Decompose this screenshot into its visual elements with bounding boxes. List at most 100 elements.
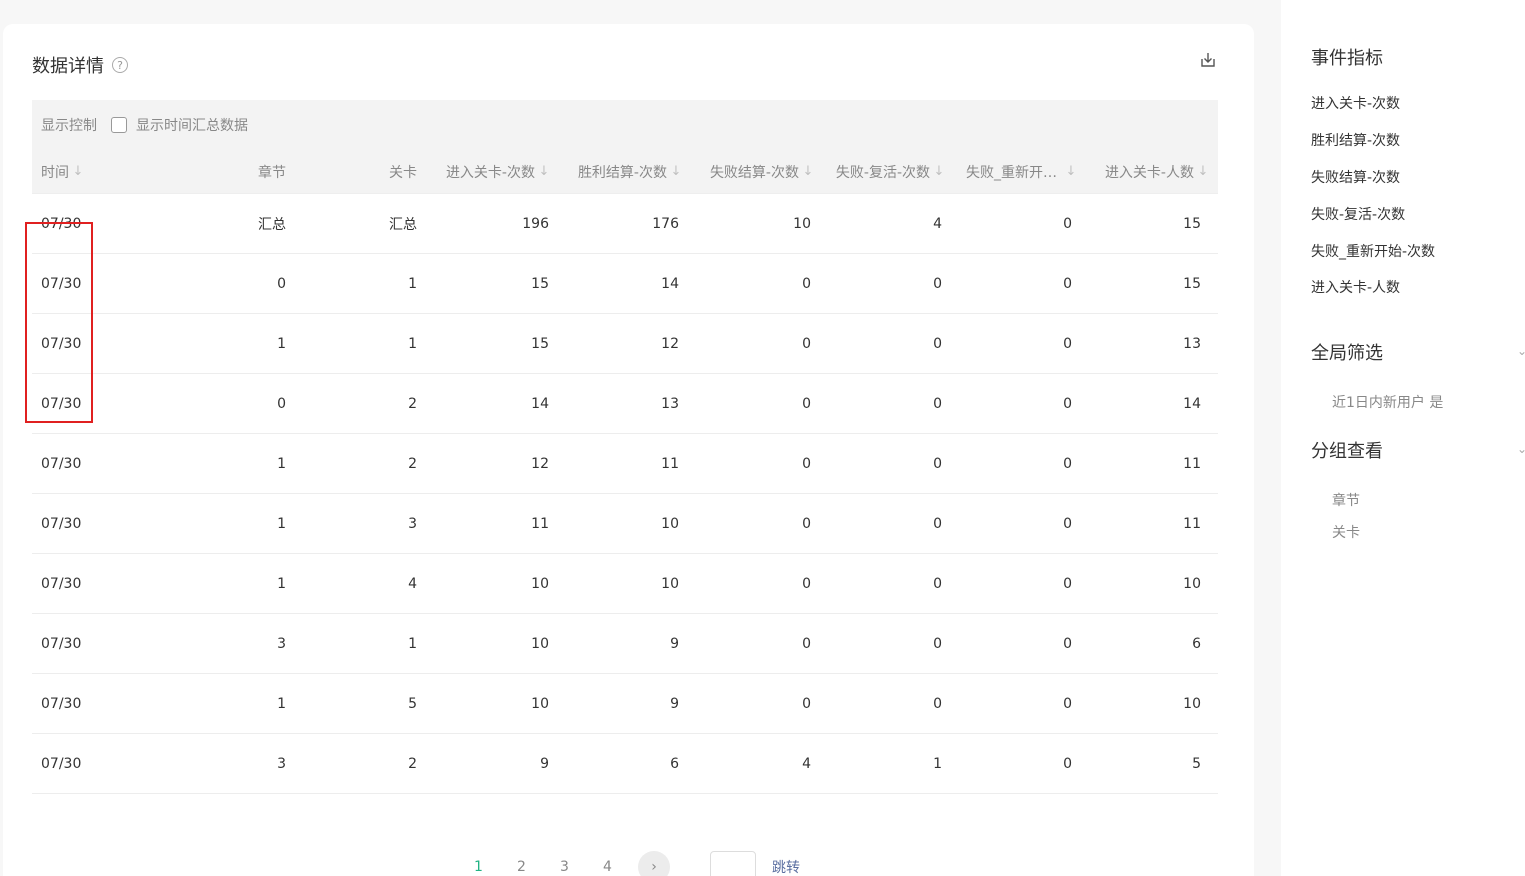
table-cell: 0: [933, 395, 942, 412]
help-icon[interactable]: ?: [112, 57, 128, 73]
table-cell: 15: [531, 275, 549, 292]
column-header-label: 胜利结算-次数: [577, 164, 667, 181]
column-header-win-count[interactable]: 胜利结算-次数 ↓: [551, 162, 683, 182]
table-cell: 0: [933, 635, 942, 652]
table-cell: 10: [531, 635, 549, 652]
show-time-summary-label[interactable]: 显示时间汇总数据: [136, 115, 248, 135]
table-cell: 1: [408, 335, 417, 352]
sort-down-icon[interactable]: ↓: [71, 163, 85, 181]
table-cell: 5: [1192, 755, 1201, 772]
display-control-label: 显示控制: [41, 118, 97, 134]
global-filter-title[interactable]: 全局筛选: [1311, 339, 1383, 365]
table-cell: 07/30: [41, 755, 82, 772]
table-cell: 5: [408, 695, 417, 712]
panel-header: 数据详情 ?: [32, 52, 128, 78]
group-title[interactable]: 分组查看: [1311, 437, 1383, 463]
page-2-button[interactable]: 2: [509, 859, 534, 875]
table-cell: 3: [277, 755, 286, 772]
table-cell: 0: [802, 635, 811, 652]
table-cell: 0: [933, 575, 942, 592]
table-header: 时间 ↓ 章节 关卡 进入关卡-次数 ↓ 胜利结算-次数 ↓ 失败结算-次数 ↓ 失败-…: [32, 150, 1218, 194]
sort-down-icon[interactable]: ↓: [801, 163, 815, 181]
table-cell: 0: [802, 695, 811, 712]
table-cell: 15: [1183, 215, 1201, 232]
metric-item[interactable]: 进入关卡-人数: [1311, 277, 1400, 297]
page-3-button[interactable]: 3: [552, 859, 577, 875]
metric-item[interactable]: 进入关卡-次数: [1311, 93, 1400, 113]
table-cell: 07/30: [41, 695, 82, 712]
column-header-label: 进入关卡-次数: [445, 164, 535, 181]
table-cell: 07/30: [41, 575, 82, 592]
table-cell: 0: [1063, 575, 1072, 592]
table-cell: 12: [661, 335, 679, 352]
jump-button[interactable]: 跳转: [772, 857, 800, 876]
panel-title: 数据详情: [32, 56, 104, 77]
display-control-bar: 显示控制 显示时间汇总数据: [32, 100, 1218, 150]
data-table: 显示控制 显示时间汇总数据 时间 ↓ 章节 关卡 进入关卡-次数 ↓ 胜利结算-次数…: [32, 100, 1218, 794]
sort-down-icon[interactable]: ↓: [1196, 163, 1210, 181]
table-cell: 10: [531, 695, 549, 712]
table-cell: 0: [933, 335, 942, 352]
group-item-chapter[interactable]: 章节: [1332, 490, 1360, 510]
table-cell: 15: [531, 335, 549, 352]
table-row: 07/30 1 2 12 11 0 0 0 11: [32, 434, 1218, 494]
group-item-level[interactable]: 关卡: [1332, 522, 1360, 542]
table-cell: 1: [277, 455, 286, 472]
chevron-right-icon[interactable]: ›: [638, 851, 670, 876]
table-cell: 0: [1063, 395, 1072, 412]
table-cell: 1: [277, 695, 286, 712]
show-time-summary-checkbox[interactable]: [111, 117, 127, 133]
metric-item[interactable]: 失败结算-次数: [1311, 167, 1400, 187]
table-cell: 1: [408, 635, 417, 652]
sort-down-icon[interactable]: ↓: [537, 163, 551, 181]
sort-down-icon[interactable]: ↓: [932, 163, 946, 181]
table-cell: 0: [933, 695, 942, 712]
table-row: 07/30 0 1 15 14 0 0 0 15: [32, 254, 1218, 314]
column-header-time[interactable]: 时间 ↓: [32, 162, 160, 182]
column-header-revive-count[interactable]: 失败-复活-次数 ↓: [815, 162, 946, 182]
table-cell: 0: [1063, 215, 1072, 232]
right-sidebar: 事件指标 进入关卡-次数 胜利结算-次数 失败结算-次数 失败-复活-次数 失败…: [1281, 0, 1525, 876]
table-cell: 11: [1183, 455, 1201, 472]
table-cell: 0: [933, 275, 942, 292]
column-header-enter-users[interactable]: 进入关卡-人数 ↓: [1078, 162, 1210, 182]
table-row: 07/30 汇总 汇总 196 176 10 4 0 15: [32, 194, 1218, 254]
metric-item[interactable]: 胜利结算-次数: [1311, 130, 1400, 150]
chevron-down-icon[interactable]: ⌄: [1517, 344, 1525, 358]
table-cell: 1: [277, 575, 286, 592]
metric-item[interactable]: 失败-复活-次数: [1311, 204, 1405, 224]
column-header-label: 进入关卡-人数: [1104, 164, 1194, 181]
table-cell: 0: [933, 455, 942, 472]
column-header-fail-count[interactable]: 失败结算-次数 ↓: [683, 162, 815, 182]
sort-down-icon[interactable]: ↓: [1064, 163, 1078, 181]
chevron-down-icon[interactable]: ⌄: [1517, 442, 1525, 456]
table-cell: 0: [802, 335, 811, 352]
table-cell: 6: [1192, 635, 1201, 652]
column-header-label: 失败_重新开始-次数: [966, 164, 1062, 181]
table-cell: 196: [522, 215, 549, 232]
table-row: 07/30 1 5 10 9 0 0 0 10: [32, 674, 1218, 734]
export-icon[interactable]: [1199, 51, 1217, 69]
page-jump-input[interactable]: [710, 851, 756, 876]
table-cell: 0: [802, 395, 811, 412]
column-header-restart-count[interactable]: 失败_重新开始-次数↓: [946, 162, 1078, 182]
page-1-button[interactable]: 1: [466, 859, 491, 875]
table-cell: 3: [277, 635, 286, 652]
table-cell: 07/30: [41, 455, 82, 472]
table-cell: 0: [1063, 515, 1072, 532]
column-header-label: 章节: [258, 164, 286, 181]
table-row: 07/30 1 1 15 12 0 0 0 13: [32, 314, 1218, 374]
column-header-enter-count[interactable]: 进入关卡-次数 ↓: [419, 162, 551, 182]
table-row: 07/30 1 4 10 10 0 0 0 10: [32, 554, 1218, 614]
table-row: 07/30 3 1 10 9 0 0 0 6: [32, 614, 1218, 674]
table-cell: 0: [1063, 755, 1072, 772]
table-cell: 14: [661, 275, 679, 292]
table-cell: 176: [652, 215, 679, 232]
table-cell: 14: [1183, 395, 1201, 412]
table-cell: 9: [670, 695, 679, 712]
table-cell: 0: [1063, 455, 1072, 472]
sort-down-icon[interactable]: ↓: [669, 163, 683, 181]
metric-item[interactable]: 失败_重新开始-次数: [1311, 241, 1435, 261]
page-4-button[interactable]: 4: [595, 859, 620, 875]
table-cell: 4: [933, 215, 942, 232]
